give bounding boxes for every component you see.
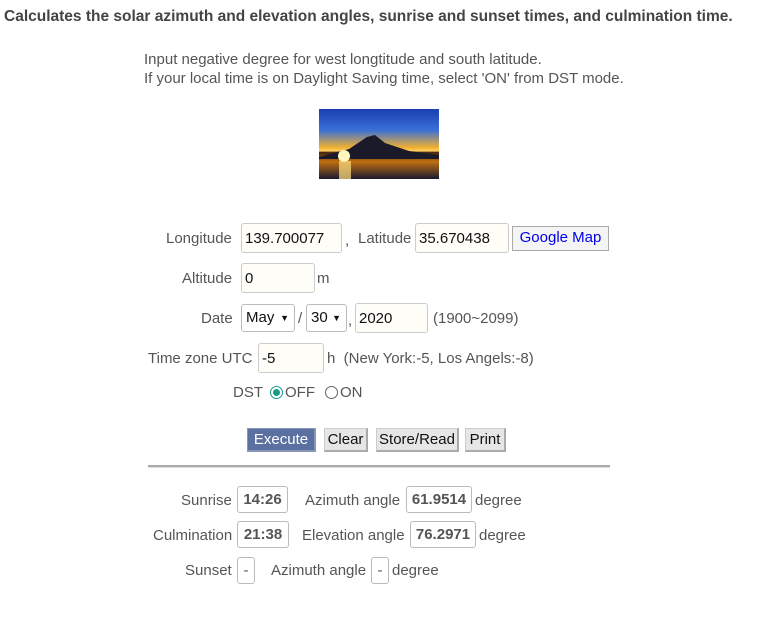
- dst-off-radio[interactable]: OFF: [270, 384, 315, 401]
- degree-unit: degree: [479, 527, 526, 544]
- longitude-label: Longitude: [166, 230, 232, 247]
- day-value: 30: [311, 309, 328, 326]
- page-title: Calculates the solar azimuth and elevati…: [4, 8, 733, 25]
- latitude-input[interactable]: [415, 223, 509, 253]
- dst-on-radio[interactable]: ON: [325, 384, 363, 401]
- sunset-value: -: [237, 557, 255, 584]
- dst-off-label: OFF: [285, 384, 315, 401]
- day-select[interactable]: 30 ▼: [306, 304, 347, 332]
- note-1: Input negative degree for west longtitud…: [144, 51, 542, 68]
- degree-unit: degree: [392, 562, 439, 579]
- google-map-button[interactable]: Google Map: [512, 226, 609, 251]
- azimuth-label: Azimuth angle: [305, 492, 401, 509]
- sunrise-value: 14:26: [237, 486, 288, 513]
- year-input[interactable]: [355, 303, 428, 333]
- timezone-input[interactable]: [258, 343, 324, 373]
- execute-button[interactable]: Execute: [247, 428, 316, 452]
- month-select[interactable]: May ▼: [241, 304, 295, 332]
- culmination-label: Culmination: [153, 527, 233, 544]
- date-label: Date: [201, 310, 233, 327]
- dropdown-arrow-icon: ▼: [280, 313, 289, 323]
- print-button[interactable]: Print: [465, 428, 506, 452]
- sunset-photo: [319, 109, 439, 179]
- year-range: (1900~2099): [433, 310, 519, 327]
- store-read-button[interactable]: Store/Read: [376, 428, 459, 452]
- timezone-hint: h (New York:-5, Los Angels:-8): [327, 350, 534, 367]
- sunrise-label: Sunrise: [181, 492, 232, 509]
- radio-icon: [325, 386, 338, 399]
- comma: ,: [345, 232, 350, 249]
- longitude-input[interactable]: [241, 223, 342, 253]
- clear-button[interactable]: Clear: [324, 428, 368, 452]
- degree-unit: degree: [475, 492, 522, 509]
- sunset-azimuth-label: Azimuth angle: [271, 562, 367, 579]
- comma: ,: [348, 312, 353, 329]
- dst-on-label: ON: [340, 384, 363, 401]
- altitude-unit: m: [317, 270, 330, 287]
- altitude-input[interactable]: [241, 263, 315, 293]
- sunset-label: Sunset: [185, 562, 232, 579]
- note-2: If your local time is on Daylight Saving…: [144, 70, 624, 87]
- dst-label: DST: [233, 384, 263, 401]
- timezone-label: Time zone UTC: [148, 350, 253, 367]
- culmination-value: 21:38: [237, 521, 289, 548]
- divider: [148, 465, 610, 468]
- dropdown-arrow-icon: ▼: [332, 313, 341, 323]
- azimuth-value: 61.9514: [406, 486, 472, 513]
- month-value: May: [246, 309, 275, 326]
- latitude-label: Latitude: [358, 230, 412, 247]
- sunset-azimuth-value: -: [371, 557, 389, 584]
- slash: /: [298, 310, 303, 327]
- radio-selected-icon: [270, 386, 283, 399]
- elevation-value: 76.2971: [410, 521, 476, 548]
- altitude-label: Altitude: [182, 270, 233, 287]
- elevation-label: Elevation angle: [302, 527, 405, 544]
